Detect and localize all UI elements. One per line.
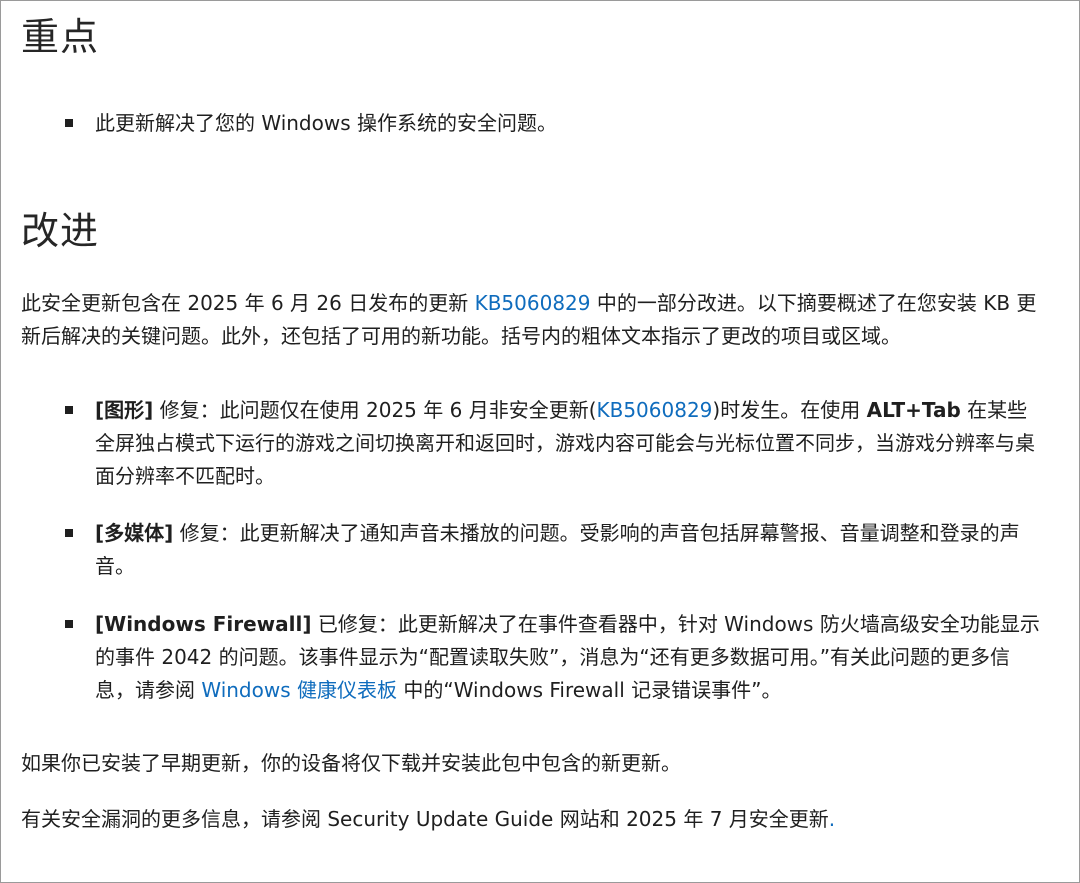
- bullet-icon: [65, 529, 73, 537]
- item-tag: [Windows Firewall]: [95, 612, 312, 636]
- health-dashboard-link[interactable]: Windows 健康仪表板: [201, 678, 397, 702]
- highlights-heading: 重点: [21, 15, 100, 59]
- list-item-firewall: [Windows Firewall] 已修复：此更新解决了在事件查看器中，针对 …: [65, 608, 1045, 707]
- item-text-part: 中的“Windows Firewall 记录错误事件”。: [397, 678, 782, 702]
- item-text-part: 修复：此问题仅在使用 2025 年 6 月非安全更新(: [153, 398, 597, 422]
- footer-paragraph-1: 如果你已安装了早期更新，你的设备将仅下载并安装此包中包含的新更新。: [21, 751, 681, 775]
- item-tag: [图形]: [95, 398, 154, 422]
- item-text-part: )时发生。在使用: [712, 398, 867, 422]
- bullet-icon: [65, 620, 73, 628]
- footer-paragraph-2: 有关安全漏洞的更多信息，请参阅 Security Update Guide 网站…: [21, 803, 1051, 836]
- improvements-heading: 改进: [21, 209, 100, 253]
- document-frame: 重点 此更新解决了您的 Windows 操作系统的安全问题。 改进 此安全更新包…: [0, 0, 1080, 883]
- key-combo: ALT+Tab: [866, 398, 961, 422]
- bullet-icon: [65, 406, 73, 414]
- intro-text-before: 此安全更新包含在 2025 年 6 月 26 日发布的更新: [21, 291, 475, 315]
- kb-link[interactable]: KB5060829: [475, 291, 591, 315]
- item-text-part: 修复：此更新解决了通知声音未播放的问题。受影响的声音包括屏幕警报、音量调整和登录…: [95, 521, 1020, 578]
- list-item: 此更新解决了您的 Windows 操作系统的安全问题。: [65, 107, 1045, 140]
- list-item-graphics: [图形] 修复：此问题仅在使用 2025 年 6 月非安全更新(KB506082…: [65, 394, 1045, 493]
- list-item-text: [多媒体] 修复：此更新解决了通知声音未播放的问题。受影响的声音包括屏幕警报、音…: [95, 517, 1045, 583]
- improvements-intro: 此安全更新包含在 2025 年 6 月 26 日发布的更新 KB5060829 …: [21, 287, 1051, 353]
- list-item-text: [Windows Firewall] 已修复：此更新解决了在事件查看器中，针对 …: [95, 608, 1045, 707]
- list-item-text: 此更新解决了您的 Windows 操作系统的安全问题。: [95, 111, 557, 135]
- list-item-multimedia: [多媒体] 修复：此更新解决了通知声音未播放的问题。受影响的声音包括屏幕警报、音…: [65, 517, 1045, 583]
- footer-text: 有关安全漏洞的更多信息，请参阅 Security Update Guide 网站…: [21, 807, 829, 831]
- list-item-text: [图形] 修复：此问题仅在使用 2025 年 6 月非安全更新(KB506082…: [95, 394, 1045, 493]
- kb-link[interactable]: KB5060829: [597, 398, 713, 422]
- security-update-link[interactable]: .: [829, 807, 835, 831]
- bullet-icon: [65, 119, 73, 127]
- item-tag: [多媒体]: [95, 521, 174, 545]
